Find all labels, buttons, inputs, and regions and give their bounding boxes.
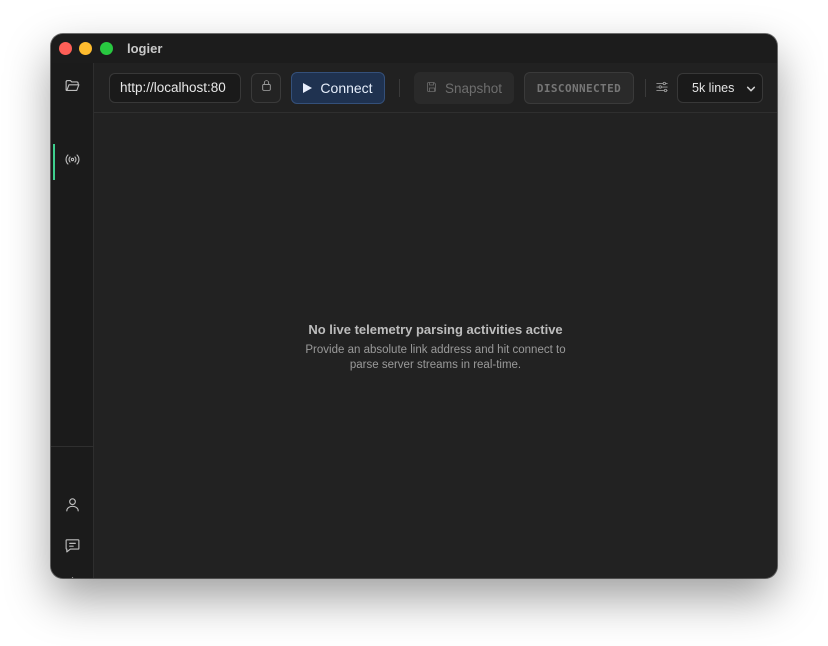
toolbar-divider <box>399 79 400 97</box>
line-limit-value: 5k lines <box>692 81 735 95</box>
close-window-button[interactable] <box>59 42 72 55</box>
user-icon <box>64 496 81 518</box>
snapshot-label: Snapshot <box>444 80 503 96</box>
log-view: No live telemetry parsing activities act… <box>94 113 777 578</box>
sidebar-item-settings[interactable] <box>51 569 94 578</box>
status-badge: DISCONNECTED <box>524 72 634 104</box>
empty-state-title: No live telemetry parsing activities act… <box>308 322 563 337</box>
app-title: logier <box>127 41 163 56</box>
chat-icon <box>64 537 81 559</box>
app-window: logier http://localhost:80 Connect Snaps… <box>51 34 777 578</box>
sidebar <box>51 63 94 578</box>
title-bar: logier <box>51 34 777 63</box>
broadcast-icon <box>64 151 81 173</box>
url-input[interactable]: http://localhost:80 <box>109 73 241 103</box>
maximize-window-button[interactable] <box>100 42 113 55</box>
gear-icon <box>64 576 81 578</box>
sidebar-divider <box>51 446 94 447</box>
line-limit-select[interactable]: 5k lines <box>677 73 763 103</box>
sidebar-item-feedback[interactable] <box>51 530 94 566</box>
connect-button[interactable]: Connect <box>291 72 385 104</box>
toolbar-divider <box>645 79 646 97</box>
sliders-icon[interactable] <box>655 80 669 94</box>
sidebar-item-account[interactable] <box>51 489 94 525</box>
toolbar: http://localhost:80 Connect Snapshot DIS… <box>94 63 777 113</box>
lock-icon <box>260 79 273 97</box>
empty-state-description: Provide an absolute link address and hit… <box>305 344 566 371</box>
lock-button[interactable] <box>251 73 281 103</box>
sidebar-item-live[interactable] <box>51 144 94 180</box>
chevron-down-icon <box>746 83 756 93</box>
snapshot-button[interactable]: Snapshot <box>414 72 514 104</box>
save-icon <box>426 81 438 96</box>
minimize-window-button[interactable] <box>79 42 92 55</box>
connect-label: Connect <box>320 80 373 96</box>
folder-open-icon <box>64 77 81 99</box>
play-icon <box>303 83 313 93</box>
sidebar-item-files[interactable] <box>51 70 94 106</box>
